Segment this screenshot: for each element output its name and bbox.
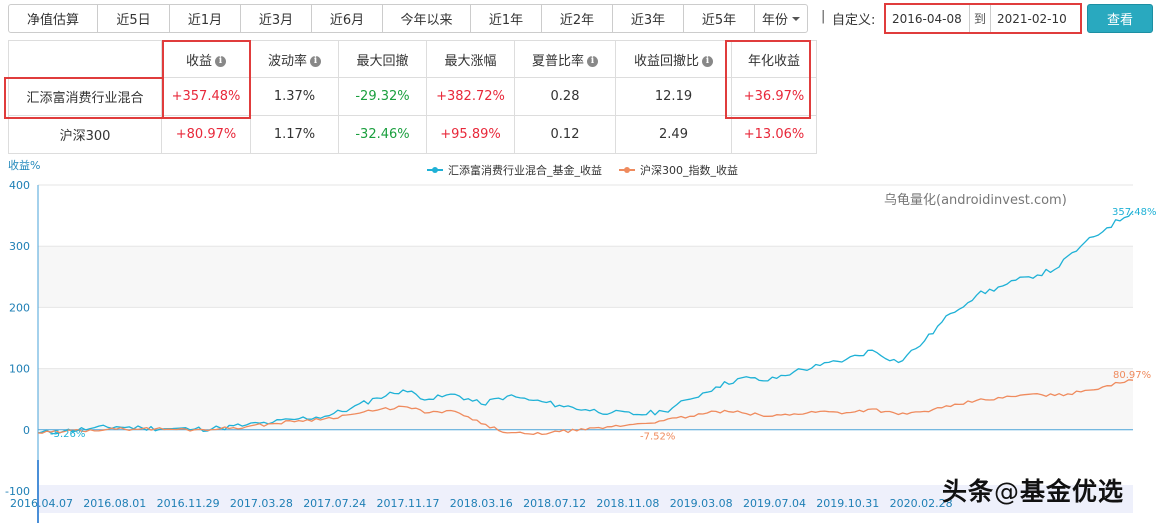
metrics-table: 收益 i 波动率 i 最大回撤 最大涨幅 夏普比率 i 收益回撤比 i 年化收益 汇添富… <box>8 40 817 154</box>
tab-1-year[interactable]: 近1年 <box>470 4 542 33</box>
y-tick-label: 200 <box>9 301 30 314</box>
y-axis-label: 收益% <box>8 158 40 172</box>
data-label: 357.48% <box>1112 207 1157 218</box>
info-icon[interactable]: i <box>215 55 226 67</box>
return-cell: +357.48% <box>161 77 251 116</box>
x-tick-label: 2018.07.12 <box>523 497 586 510</box>
tab-year-dropdown[interactable]: 年份 <box>754 4 808 33</box>
table-header-max-drawdown: 最大回撤 <box>338 40 427 78</box>
tab-2-years[interactable]: 近2年 <box>541 4 613 33</box>
return-cell: +80.97% <box>161 115 251 154</box>
legend-label: 汇添富消费行业混合_基金_收益 <box>448 163 602 177</box>
x-tick-label: 2016.08.01 <box>83 497 146 510</box>
watermark-text: 乌龟量化(androidinvest.com) <box>884 193 1067 208</box>
info-icon[interactable]: i <box>702 55 713 67</box>
data-label: -7.52% <box>640 431 675 442</box>
grid-band <box>38 246 1133 308</box>
x-tick-label: 2018.11.08 <box>596 497 659 510</box>
separator: | <box>821 9 826 24</box>
x-tick-label: 2018.03.16 <box>450 497 513 510</box>
tab-6-months[interactable]: 近6月 <box>311 4 383 33</box>
volatility-cell: 1.17% <box>250 115 339 154</box>
chevron-down-icon <box>792 16 800 21</box>
chart-grid <box>37 184 1133 492</box>
info-icon[interactable]: i <box>587 55 598 67</box>
tab-ytd[interactable]: 今年以来 <box>382 4 471 33</box>
annualized-return-cell: +36.97% <box>731 77 817 116</box>
y-tick-label: 0 <box>23 424 30 437</box>
table-header-volatility: 波动率 i <box>250 40 339 78</box>
y-tick-label: 100 <box>9 363 30 376</box>
y-tick-label: 300 <box>9 240 30 253</box>
x-tick-label: 2016.11.29 <box>157 497 220 510</box>
custom-range-label: 自定义: <box>832 13 876 28</box>
end-date-input[interactable] <box>990 5 1080 32</box>
max-gain-cell: +382.72% <box>426 77 515 116</box>
x-tick-label: 2019.03.08 <box>670 497 733 510</box>
table-header-annualized-return: 年化收益 <box>731 40 817 78</box>
tab-1-month[interactable]: 近1月 <box>169 4 241 33</box>
date-range-to-label: 到 <box>973 12 986 26</box>
table-row: 沪深300 +80.97% 1.17% -32.46% +95.89% 0.12… <box>8 115 817 154</box>
index-name-cell: 沪深300 <box>8 115 162 154</box>
table-header-row: 收益 i 波动率 i 最大回撤 最大涨幅 夏普比率 i 收益回撤比 i 年化收益 <box>8 40 817 78</box>
table-header-return: 收益 i <box>161 40 251 78</box>
max-drawdown-cell: -29.32% <box>338 77 427 116</box>
return-drawdown-ratio-cell: 12.19 <box>615 77 732 116</box>
volatility-cell: 1.37% <box>250 77 339 116</box>
sharpe-cell: 0.12 <box>514 115 616 154</box>
legend-label: 沪深300_指数_收益 <box>640 163 738 177</box>
data-label: 80.97% <box>1113 370 1151 381</box>
grid-band <box>38 368 1133 430</box>
data-label: -5.26% <box>50 429 85 440</box>
period-tabs: 净值估算 近5日 近1月 近3月 近6月 今年以来 近1年 近2年 近3年 近5… <box>8 4 808 33</box>
annualized-return-cell: +13.06% <box>731 115 817 154</box>
chart-legend: 汇添富消费行业混合_基金_收益 沪深300_指数_收益 <box>427 163 738 177</box>
tab-5-days[interactable]: 近5日 <box>97 4 170 33</box>
x-tick-label: 2017.03.28 <box>230 497 293 510</box>
x-tick-label: 2017.07.24 <box>303 497 366 510</box>
table-row: 汇添富消费行业混合 +357.48% 1.37% -29.32% +382.72… <box>8 77 817 116</box>
max-drawdown-cell: -32.46% <box>338 115 427 154</box>
legend-marker <box>432 167 438 173</box>
table-header-return-drawdown-ratio: 收益回撤比 i <box>615 40 732 78</box>
sharpe-cell: 0.28 <box>514 77 616 116</box>
query-button[interactable]: 查看 <box>1087 4 1153 33</box>
tab-5-years[interactable]: 近5年 <box>683 4 755 33</box>
fund-name-cell: 汇添富消费行业混合 <box>8 77 162 116</box>
x-tick-label: 2019.10.31 <box>816 497 879 510</box>
start-date-input[interactable] <box>886 5 970 32</box>
tab-3-years[interactable]: 近3年 <box>612 4 684 33</box>
x-tick-label: 2017.11.17 <box>377 497 440 510</box>
x-tick-label: 2016.04.07 <box>10 497 73 510</box>
max-gain-cell: +95.89% <box>426 115 515 154</box>
table-header-empty <box>8 40 162 78</box>
date-range-picker: 到 <box>884 3 1082 34</box>
return-drawdown-ratio-cell: 2.49 <box>615 115 732 154</box>
return-chart: 汇添富消费行业混合_基金_收益 沪深300_指数_收益 收益% -10001002… <box>5 158 1157 523</box>
table-header-sharpe: 夏普比率 i <box>514 40 616 78</box>
tab-3-months[interactable]: 近3月 <box>240 4 312 33</box>
footer-watermark: 头条@基金优选 <box>942 477 1125 506</box>
tab-nav-estimate[interactable]: 净值估算 <box>8 4 98 33</box>
y-axis-ticks: -1000100200300400 <box>5 179 30 498</box>
table-header-max-gain: 最大涨幅 <box>426 40 515 78</box>
y-tick-label: 400 <box>9 179 30 192</box>
x-tick-label: 2019.07.04 <box>743 497 806 510</box>
info-icon[interactable]: i <box>310 55 321 67</box>
legend-marker <box>624 167 630 173</box>
